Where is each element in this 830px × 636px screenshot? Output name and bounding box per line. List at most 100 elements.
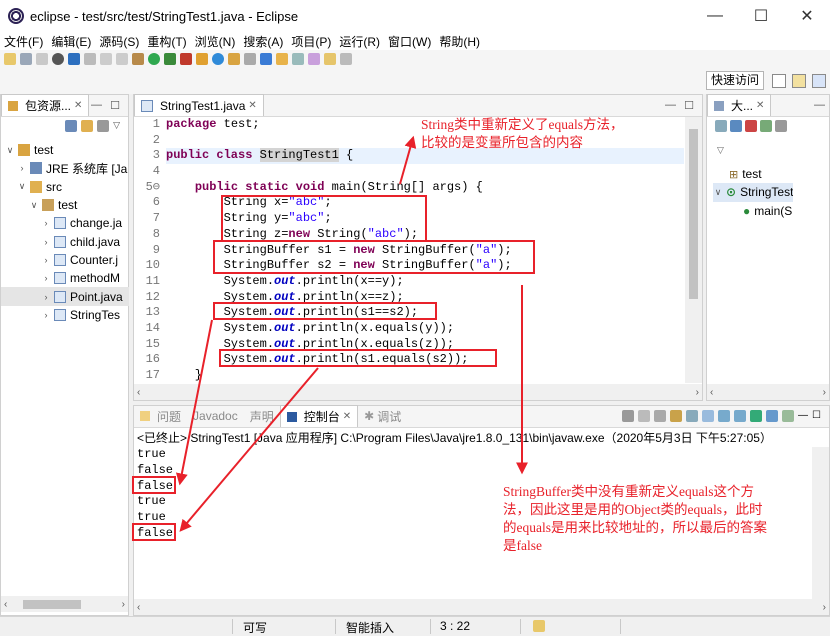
hide-fields-icon[interactable] xyxy=(730,120,742,132)
save-icon[interactable] xyxy=(20,53,32,65)
new-icon[interactable] xyxy=(4,53,16,65)
scrollbar-thumb[interactable] xyxy=(23,599,81,609)
save-all-icon[interactable] xyxy=(36,53,48,65)
scroll-left-icon[interactable]: ‹ xyxy=(710,387,713,398)
new-class-icon[interactable] xyxy=(212,53,224,65)
scroll-left-icon[interactable]: ‹ xyxy=(4,599,7,610)
scroll-right-icon[interactable]: › xyxy=(122,599,125,610)
editor-vertical-scrollbar[interactable] xyxy=(685,117,702,383)
tree-item[interactable]: › change.ja xyxy=(1,214,129,232)
view-menu-icon[interactable] xyxy=(775,120,787,132)
menu-refactor[interactable]: 重构(T) xyxy=(147,33,186,50)
tab-outline[interactable]: 大... ✕ xyxy=(707,94,772,116)
tab-debug[interactable]: ✱ 调试 xyxy=(358,405,407,427)
hide-nonpublic-icon[interactable] xyxy=(760,120,772,132)
tree-item[interactable]: ∨ test xyxy=(1,196,129,214)
outline-item-method[interactable]: ● main(S xyxy=(713,202,793,220)
scroll-lock-icon[interactable] xyxy=(686,410,699,422)
show-stdout-icon[interactable] xyxy=(718,410,731,422)
menu-search[interactable]: 搜索(A) xyxy=(243,33,283,50)
chevron-right-icon[interactable]: › xyxy=(41,292,51,302)
tab-stringtest1[interactable]: StringTest1.java ✕ xyxy=(134,94,264,116)
close-icon[interactable]: ✕ xyxy=(74,100,82,111)
menu-edit[interactable]: 编辑(E) xyxy=(51,33,91,50)
view-menu-icon[interactable]: ▽ xyxy=(113,120,120,132)
remove-launch-icon[interactable] xyxy=(638,410,651,422)
open-type-icon[interactable] xyxy=(132,53,144,65)
minimize-button[interactable]: — xyxy=(692,0,738,32)
chevron-right-icon[interactable]: › xyxy=(41,237,51,247)
menu-source[interactable]: 源码(S) xyxy=(99,33,139,50)
back-icon[interactable] xyxy=(324,53,336,65)
menu-file[interactable]: 文件(F) xyxy=(4,33,43,50)
forward-icon[interactable] xyxy=(340,53,352,65)
highlight-icon[interactable] xyxy=(276,53,288,65)
minimize-view-icon[interactable]: — xyxy=(798,410,808,422)
scroll-left-icon[interactable]: ‹ xyxy=(137,387,140,398)
chevron-down-icon[interactable]: ∨ xyxy=(29,200,39,211)
word-wrap-icon[interactable] xyxy=(702,410,715,422)
sort-icon[interactable] xyxy=(715,120,727,132)
tab-javadoc[interactable]: Javadoc xyxy=(187,405,244,427)
annotation-icon[interactable] xyxy=(292,53,304,65)
minimize-view-icon[interactable]: — xyxy=(814,99,825,111)
hide-static-icon[interactable] xyxy=(745,120,757,132)
chevron-right-icon[interactable]: › xyxy=(41,255,51,265)
scroll-right-icon[interactable]: › xyxy=(696,387,699,398)
skip-breakpoints-icon[interactable] xyxy=(84,53,96,65)
close-icon[interactable]: ✕ xyxy=(248,100,256,111)
display-console-icon[interactable] xyxy=(766,410,779,422)
menu-help[interactable]: 帮助(H) xyxy=(439,33,480,50)
tree-item[interactable]: › child.java xyxy=(1,232,129,250)
link-editor-icon[interactable] xyxy=(81,120,94,132)
terminate-icon[interactable] xyxy=(622,410,635,422)
tab-problems[interactable]: 问题 xyxy=(134,405,187,427)
tab-package-explorer[interactable]: 包资源... ✕ xyxy=(1,94,90,116)
close-icon[interactable]: ✕ xyxy=(343,411,351,422)
chevron-down-icon[interactable]: ∨ xyxy=(713,187,723,198)
bookmark-icon[interactable] xyxy=(533,620,545,632)
tree-item[interactable]: › Point.java xyxy=(1,287,129,306)
tree-item[interactable]: ∨ test xyxy=(1,141,129,159)
open-folder-icon[interactable] xyxy=(228,53,240,65)
maximize-view-icon[interactable]: ☐ xyxy=(812,410,821,422)
maximize-view-icon[interactable]: ☐ xyxy=(110,99,120,112)
code-area[interactable]: package test; public class StringTest1 {… xyxy=(166,117,684,383)
pin-console-icon[interactable] xyxy=(750,410,763,422)
search-icon[interactable] xyxy=(244,53,256,65)
open-console-icon[interactable] xyxy=(782,410,795,422)
menu-run[interactable]: 运行(R) xyxy=(339,33,380,50)
resume-icon[interactable] xyxy=(116,53,128,65)
open-perspective-icon[interactable] xyxy=(772,74,786,88)
outline-horizontal-scrollbar[interactable]: ‹ › xyxy=(707,384,829,400)
close-button[interactable]: ✕ xyxy=(784,0,830,32)
remove-all-icon[interactable] xyxy=(654,410,667,422)
maximize-view-icon[interactable]: ☐ xyxy=(684,99,694,112)
focus-icon[interactable] xyxy=(97,120,110,132)
chevron-right-icon[interactable]: › xyxy=(17,163,27,173)
tree-item[interactable]: › methodM xyxy=(1,269,129,287)
close-icon[interactable]: ✕ xyxy=(756,100,764,111)
step-icon[interactable] xyxy=(100,53,112,65)
external-tools-icon[interactable] xyxy=(180,53,192,65)
chevron-right-icon[interactable]: › xyxy=(41,310,51,320)
tree-item[interactable]: ∨ src xyxy=(1,178,129,196)
last-edit-icon[interactable] xyxy=(308,53,320,65)
console-horizontal-scrollbar[interactable]: ‹ › xyxy=(134,599,829,615)
minimize-view-icon[interactable]: — xyxy=(665,99,676,111)
chevron-down-icon[interactable]: ∨ xyxy=(5,145,15,156)
new-java-project-icon[interactable] xyxy=(196,53,208,65)
tree-item[interactable]: › JRE 系统库 [Ja xyxy=(1,159,129,177)
pin-icon[interactable] xyxy=(260,53,272,65)
scrollbar-thumb[interactable] xyxy=(689,129,698,299)
editor-horizontal-scrollbar[interactable]: ‹ › xyxy=(134,384,702,400)
tab-declaration[interactable]: 声明 xyxy=(244,405,280,427)
chevron-right-icon[interactable]: › xyxy=(41,273,51,283)
java-perspective-icon[interactable] xyxy=(812,74,826,88)
scroll-right-icon[interactable]: › xyxy=(823,387,826,398)
maximize-button[interactable]: ☐ xyxy=(738,0,784,32)
chevron-right-icon[interactable]: › xyxy=(41,218,51,228)
chevron-down-icon[interactable]: ▽ xyxy=(717,145,724,156)
menu-project[interactable]: 项目(P) xyxy=(291,33,331,50)
tree-item[interactable]: › Counter.j xyxy=(1,251,129,269)
